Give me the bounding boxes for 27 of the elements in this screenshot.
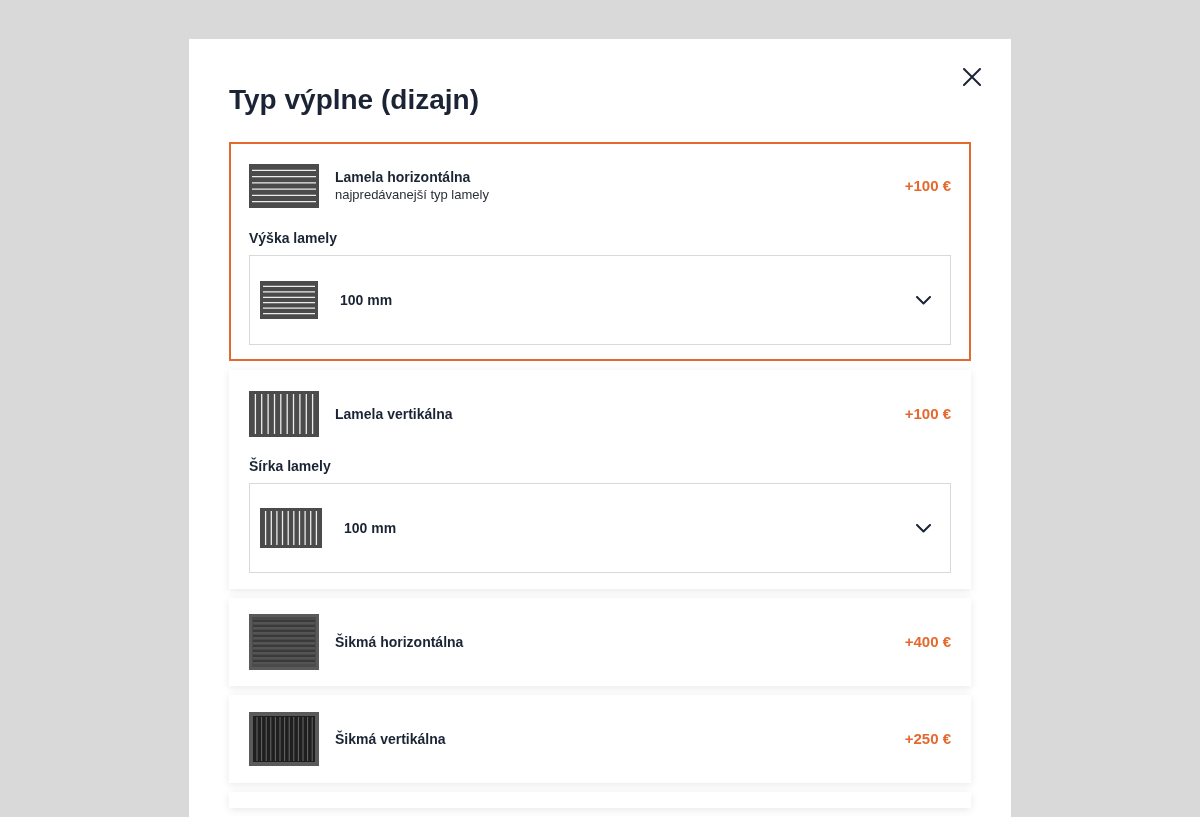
option-price: +400 € [904,631,951,652]
vertical-slats-icon [260,508,322,548]
horizontal-slats-icon [249,164,319,208]
horizontal-slats-icon [260,281,318,319]
option-price: +100 € [904,403,951,424]
framed-vertical-slats-icon [249,712,319,766]
option-card[interactable]: Šikmá horizontálna +400 € [229,598,971,686]
field-label: Šírka lamely [249,457,331,475]
option-name: Lamela horizontálna [335,168,472,186]
option-description: najpredávanejší typ lamely [335,186,489,204]
field-label: Výška lamely [249,229,337,247]
dialog-title: Typ výplne (dizajn) [229,83,479,117]
chevron-down-icon [916,523,931,533]
option-name: Šikmá vertikálna [335,730,446,748]
dropdown-select[interactable]: 100 mm [249,255,951,345]
framed-horizontal-slats-icon [249,614,319,670]
option-price: +100 € [904,175,951,196]
chevron-down-icon [916,295,931,305]
close-icon [963,68,981,86]
vertical-slats-icon [249,391,319,437]
option-name: Šikmá horizontálna [335,633,464,651]
option-name: Lamela vertikálna [335,405,453,423]
option-card[interactable]: Šikmá vertikálna +250 € [229,695,971,783]
dropdown-select[interactable]: 100 mm [249,483,951,573]
option-card[interactable]: Lamela horizontálna najpredávanejší typ lamely +100 € Výška lamely 100 mm [229,142,971,361]
option-card[interactable]: Lamela vertikálna +100 € Šírka lamely 100 mm [229,370,971,589]
option-price: +250 € [904,728,951,749]
